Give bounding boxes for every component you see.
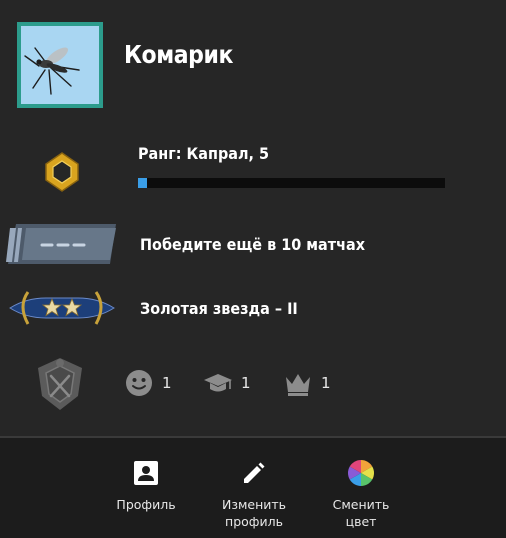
edit-profile-button-label: Изменить профиль (221, 497, 287, 529)
change-color-button-label: Сменить цвет (332, 497, 390, 529)
commendation-leader: 1 (283, 368, 331, 398)
commendation-leader-count: 1 (321, 374, 331, 392)
commendation-friendly: 1 (124, 368, 172, 398)
graduation-cap-icon (204, 374, 232, 392)
skill-group-text: Золотая звезда – II (140, 299, 298, 318)
mosquito-avatar-image (21, 26, 99, 104)
profile-button-label: Профиль (116, 497, 176, 512)
color-wheel-icon (346, 458, 376, 488)
commendation-teacher-count: 1 (241, 374, 251, 392)
unranked-banner-icon (6, 224, 116, 264)
commendation-friendly-count: 1 (162, 374, 172, 392)
skill-group-icon (9, 291, 115, 325)
rank-progress-fill (138, 178, 148, 188)
smiley-icon (126, 370, 152, 396)
wins-needed-text: Победите ещё в 10 матчах (140, 235, 365, 254)
username: Комарик (124, 40, 233, 69)
profile-button[interactable]: Профиль (96, 458, 196, 513)
rank-badge-icon (45, 152, 79, 192)
profile-icon (131, 458, 161, 488)
pencil-icon (239, 458, 269, 488)
edit-profile-button[interactable]: Изменить профиль (204, 458, 304, 530)
commendation-teacher: 1 (203, 368, 251, 398)
rank-progress-bar (138, 178, 445, 188)
crest-icon (38, 358, 82, 410)
change-color-button[interactable]: Сменить цвет (311, 458, 411, 530)
rank-label: Ранг: Капрал, 5 (138, 144, 270, 163)
avatar[interactable] (17, 22, 103, 108)
crown-icon (286, 374, 310, 396)
